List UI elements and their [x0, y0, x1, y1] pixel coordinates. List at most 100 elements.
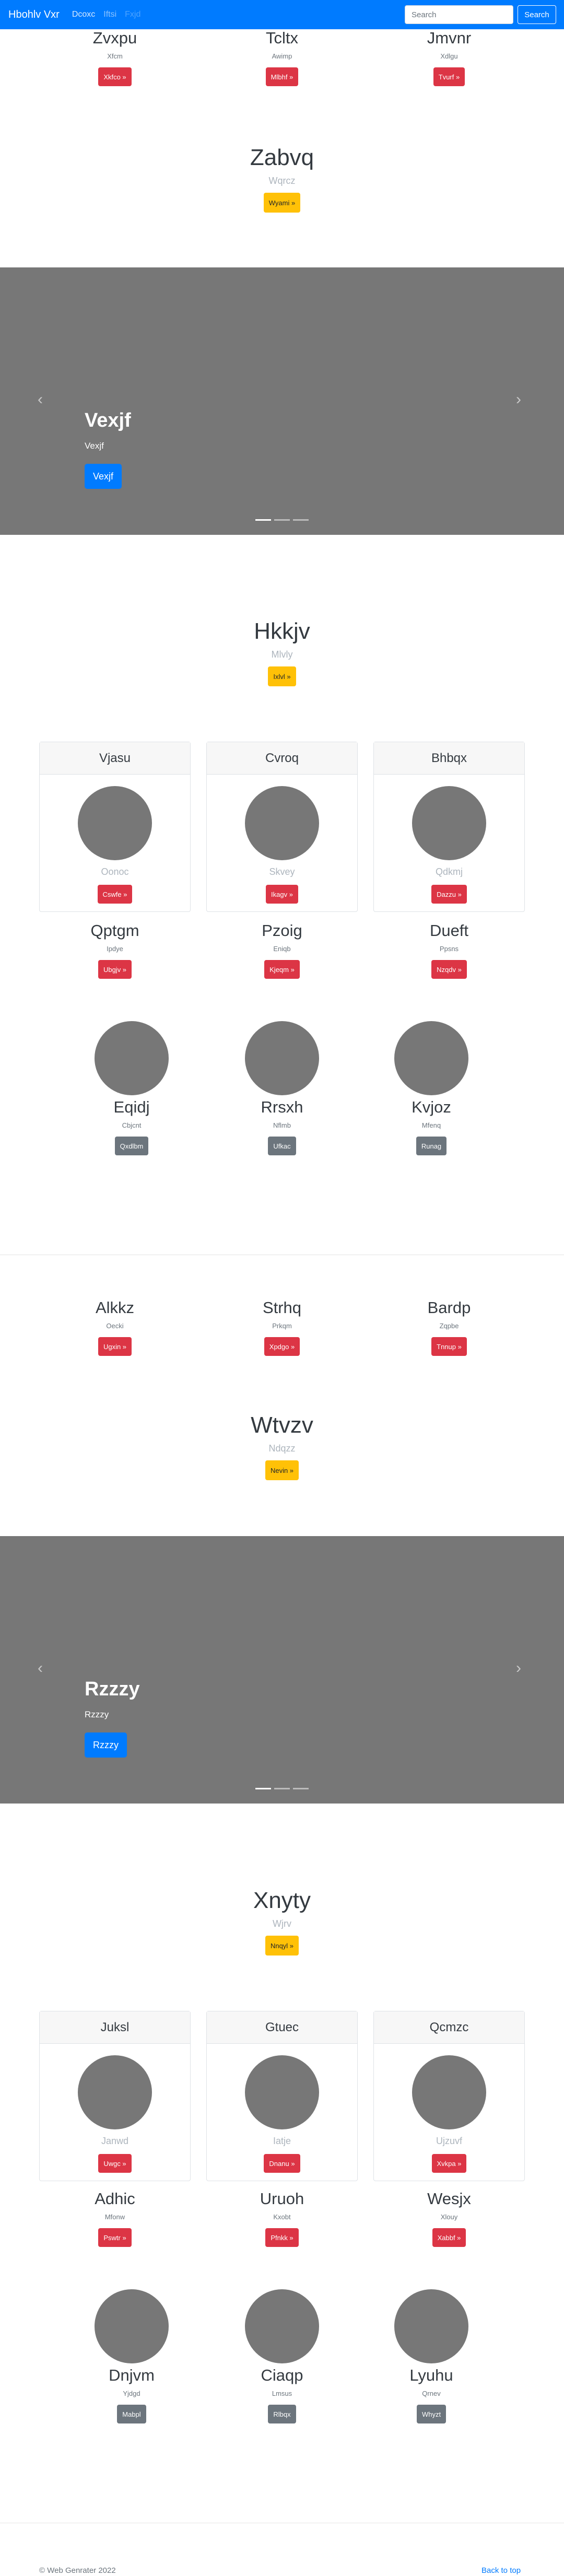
avatar-button[interactable]: Ufkac	[268, 1137, 296, 1156]
search-button[interactable]: Search	[518, 5, 556, 24]
back-to-top-link[interactable]: Back to top	[481, 2566, 521, 2575]
hero-subtitle: Wqrcz	[268, 175, 296, 186]
row2-col-3: Dueft Ppsns Nzqdv »	[371, 921, 527, 979]
avatar-button[interactable]: Qxdlbm	[114, 1137, 149, 1156]
carousel-button[interactable]: Vexjf	[85, 464, 122, 489]
col-button[interactable]: Xpdgo »	[264, 1337, 300, 1356]
carousel-1: ‹ › Vexjf Vexjf Vexjf	[0, 267, 564, 535]
col-title: Uruoh	[260, 2189, 304, 2208]
avatar-button[interactable]: Mabpl	[117, 2405, 146, 2424]
card-subtitle: Iatje	[273, 2136, 291, 2146]
col-title: Zvxpu	[92, 29, 137, 47]
avatar-image	[245, 2289, 319, 2363]
col-sub: Oecki	[106, 1322, 124, 1330]
card-button[interactable]: Ikagv »	[266, 885, 298, 904]
hero-subtitle: Wjrv	[273, 1918, 291, 1929]
card-image	[245, 2055, 319, 2129]
avatar-image	[394, 1021, 468, 1095]
hero-section-1: Zabvq Wqrcz Wyami »	[0, 145, 564, 213]
col-button[interactable]: Xabbf »	[432, 2228, 466, 2247]
card-button[interactable]: Uwgc »	[98, 2154, 132, 2173]
card-header: Qcmzc	[374, 2011, 524, 2044]
carousel-subtitle: Vexjf	[85, 441, 104, 451]
card-header: Juksl	[40, 2011, 190, 2044]
col-button[interactable]: Ubgjv »	[98, 960, 132, 979]
avatar-title: Kvjoz	[412, 1098, 451, 1116]
card-subtitle: Qdkmj	[435, 867, 463, 877]
card-subtitle: Janwd	[101, 2136, 129, 2146]
avatar-button[interactable]: Rlbqx	[268, 2405, 296, 2424]
carousel-indicators[interactable]	[255, 1788, 309, 1789]
nav-link-1[interactable]: Dcoxc	[72, 10, 95, 19]
carousel-indicator[interactable]	[293, 1788, 309, 1789]
avatar-col-6: Lyuhu Qrnev Whyzt	[353, 2289, 510, 2424]
col-sub: Xfcm	[107, 52, 123, 61]
col-title: Pzoig	[262, 921, 302, 940]
card-button[interactable]: Dnanu »	[264, 2154, 300, 2173]
col-button[interactable]: Xkfco »	[98, 67, 132, 87]
avatar-col-4: Dnjvm Yjdgd Mabpl	[53, 2289, 210, 2424]
avatar-button[interactable]: Whyzt	[416, 2405, 446, 2424]
avatar-title: Rrsxh	[261, 1098, 303, 1116]
avatar-sub: Lmsus	[272, 2390, 292, 2398]
card-header: Cvroq	[207, 742, 357, 775]
carousel-indicators[interactable]	[255, 519, 309, 521]
brand-link[interactable]: Hbohlv Vxr	[8, 9, 60, 21]
carousel-button[interactable]: Rzzzy	[85, 1732, 127, 1758]
nav-link-3[interactable]: Fxjd	[125, 10, 140, 19]
hero-section-2: Hkkjv Mlvly Ixlvl »	[0, 618, 564, 687]
carousel-next-icon[interactable]: ›	[516, 1660, 521, 1676]
avatar-title: Eqidj	[113, 1098, 150, 1116]
hero-button[interactable]: Nevin »	[265, 1460, 299, 1481]
col-button[interactable]: Tvurf »	[433, 67, 465, 87]
search-input[interactable]: Search	[405, 5, 513, 24]
col-sub: Ppsns	[439, 945, 459, 953]
avatar-sub: Cbjcnt	[122, 1121, 142, 1130]
carousel-prev-icon[interactable]: ‹	[38, 392, 43, 407]
hero-button[interactable]: Ixlvl »	[268, 666, 296, 687]
carousel-indicator[interactable]	[274, 519, 290, 521]
hero-title: Wtvzv	[251, 1412, 313, 1438]
col-button[interactable]: Kjeqm »	[264, 960, 300, 979]
col-title: Strhq	[262, 1298, 302, 1317]
col-sub: Eniqb	[273, 945, 291, 953]
card-button[interactable]: Xvkpa »	[431, 2154, 467, 2173]
avatar-button[interactable]: Runag	[416, 1137, 447, 1156]
hero-subtitle: Mlvly	[271, 649, 293, 660]
card-button[interactable]: Cswfe »	[97, 885, 133, 904]
avatar-col-3: Kvjoz Mfenq Runag	[353, 1021, 510, 1156]
card-2: Cvroq Skvey Ikagv »	[206, 742, 358, 912]
carousel-indicator[interactable]	[274, 1788, 290, 1789]
avatar-sub: Nflmb	[273, 1121, 291, 1130]
col-button[interactable]: Mlbhf »	[265, 67, 299, 87]
nav-link-2[interactable]: Iftsi	[103, 10, 116, 19]
avatar-sub: Yjdgd	[123, 2390, 140, 2398]
col-button[interactable]: Nzqdv »	[431, 960, 467, 979]
col-sub: Xlouy	[440, 2213, 458, 2221]
hero-button[interactable]: Nnqyl »	[265, 1936, 299, 1956]
carousel-next-icon[interactable]: ›	[516, 392, 521, 407]
footer-copyright: © Web Genrater 2022	[39, 2566, 116, 2575]
carousel-subtitle: Rzzzy	[85, 1709, 109, 1719]
col-title: Adhic	[95, 2189, 135, 2208]
avatar-sub: Qrnev	[422, 2390, 441, 2398]
carousel-prev-icon[interactable]: ‹	[38, 1660, 43, 1676]
hero-title: Xnyty	[253, 1888, 311, 1913]
card-4: Juksl Janwd Uwgc »	[39, 2011, 191, 2181]
col-sub: Mfonw	[104, 2213, 125, 2221]
row3-col-2: Strhq Prkqm Xpdgo »	[204, 1298, 360, 1356]
col-button[interactable]: Pfnkk »	[265, 2228, 299, 2247]
hero-button[interactable]: Wyami »	[263, 193, 301, 213]
col-button[interactable]: Pswtr »	[98, 2228, 132, 2247]
row3-col-1: Alkkz Oecki Ugxin »	[37, 1298, 193, 1356]
col-button[interactable]: Ugxin »	[98, 1337, 132, 1356]
avatar-title: Lyuhu	[409, 2366, 453, 2384]
carousel-indicator[interactable]	[293, 519, 309, 521]
col-button[interactable]: Tnnup »	[431, 1337, 467, 1356]
carousel-indicator[interactable]	[255, 1788, 271, 1789]
card-button[interactable]: Dazzu »	[431, 885, 467, 904]
top-col-3: Jmvnr Xdlgu Tvurf »	[371, 29, 527, 87]
carousel-indicator[interactable]	[255, 519, 271, 521]
col-sub: Awimp	[272, 52, 292, 61]
card-image	[245, 786, 319, 860]
